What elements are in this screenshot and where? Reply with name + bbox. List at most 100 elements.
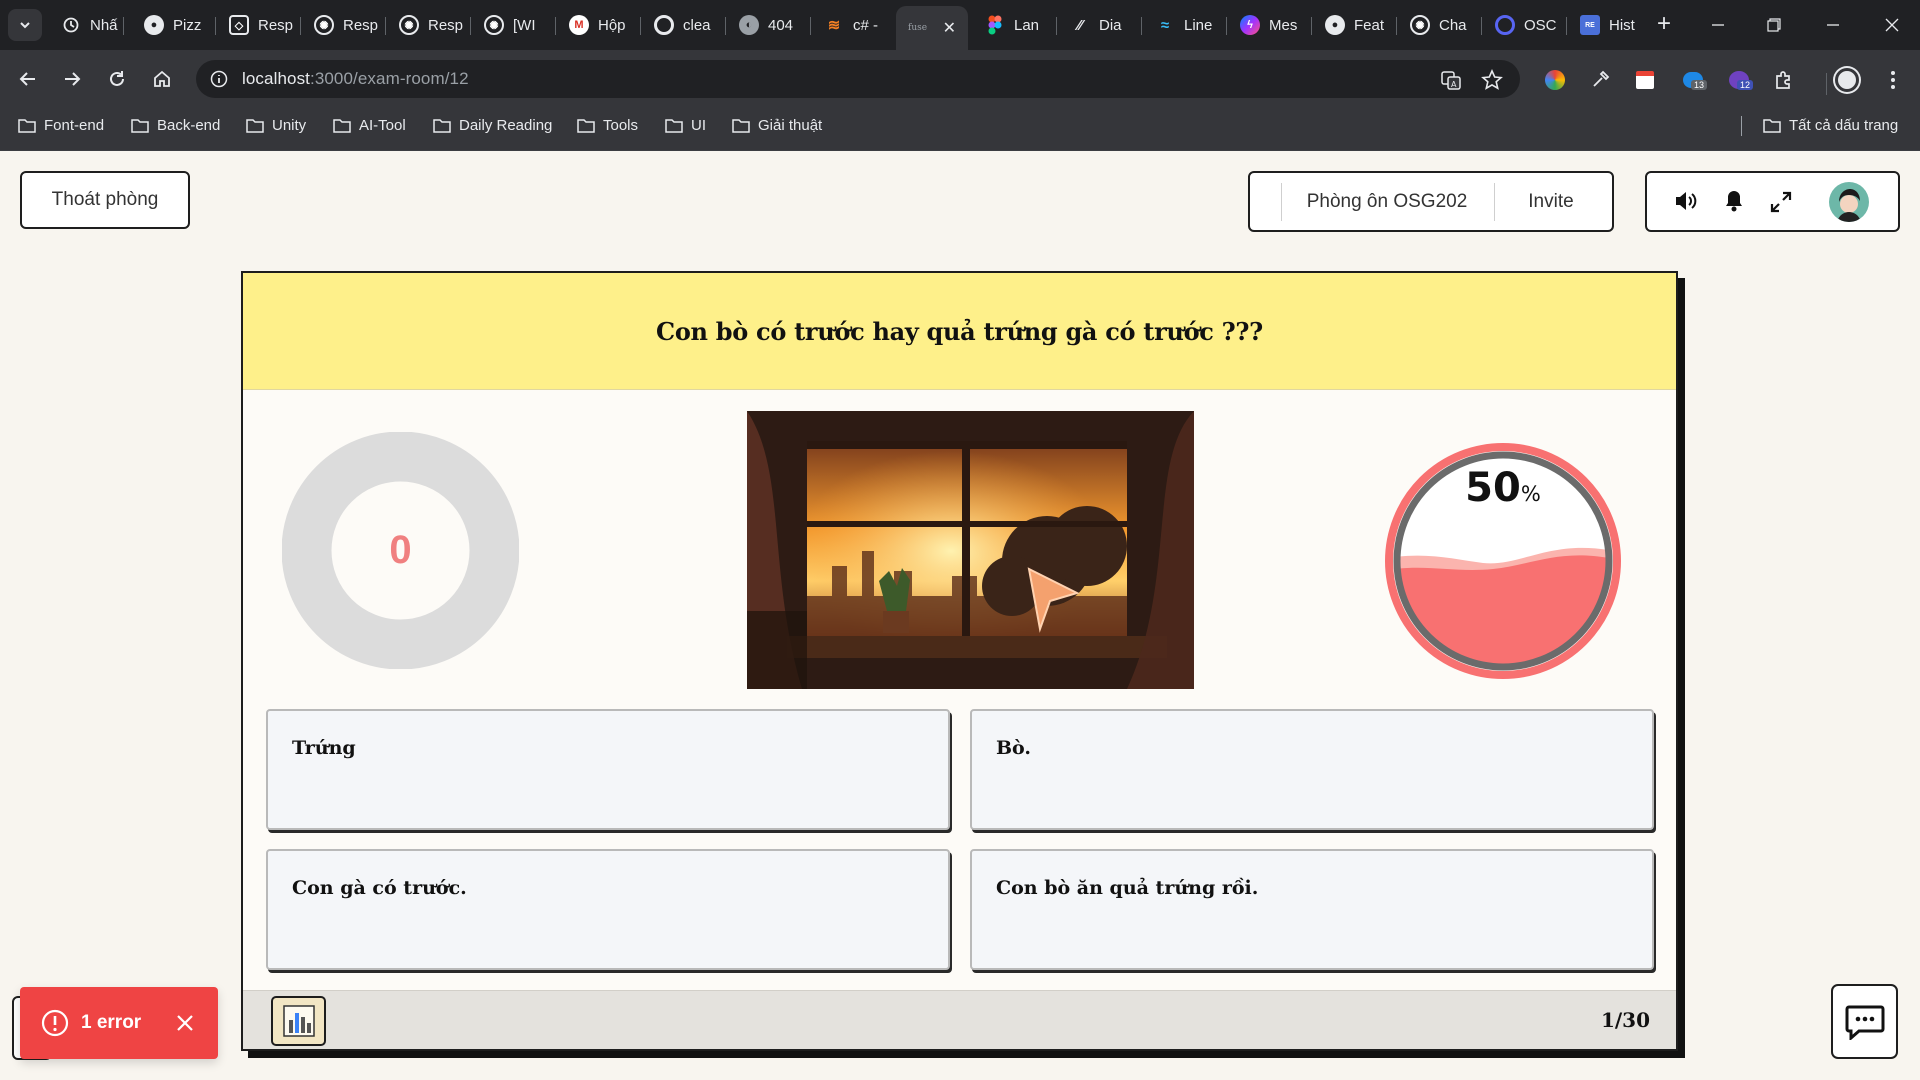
- avatar[interactable]: [1829, 182, 1869, 222]
- all-bookmarks-folder[interactable]: Tất cả dấu trang: [1763, 114, 1898, 136]
- bookmark-folder[interactable]: Tools: [577, 114, 638, 136]
- browser-tab[interactable]: ◐ 404: [726, 6, 811, 44]
- home-button[interactable]: [147, 64, 177, 94]
- bookmark-folder[interactable]: Giải thuật: [732, 114, 822, 136]
- restore-button[interactable]: [1746, 0, 1802, 50]
- bookmark-folder[interactable]: Daily Reading: [433, 114, 552, 136]
- tab-search-button[interactable]: [8, 9, 42, 41]
- address-bar[interactable]: localhost:3000/exam-room/12 A: [196, 60, 1520, 98]
- reload-icon: [110, 71, 124, 86]
- leave-room-button[interactable]: Thoát phòng: [20, 171, 190, 229]
- folder-icon: [732, 118, 750, 133]
- close-icon: [1885, 18, 1899, 32]
- bookmark-star-icon[interactable]: [1481, 69, 1503, 91]
- browser-tab[interactable]: ≈ Line: [1142, 6, 1227, 44]
- bookmark-folder[interactable]: Back-end: [131, 114, 220, 136]
- browser-tab[interactable]: ● Pizz: [131, 6, 216, 44]
- tab-label: [WI: [513, 16, 536, 34]
- browser-tab[interactable]: RE Hist: [1567, 6, 1647, 44]
- back-button[interactable]: [13, 64, 43, 94]
- bookmark-folder[interactable]: AI-Tool: [333, 114, 406, 136]
- chevron-down-icon: [20, 22, 30, 29]
- tab-label: Hộp: [598, 16, 626, 34]
- browser-tab[interactable]: M Hộp: [556, 6, 641, 44]
- answer-option[interactable]: Con bò ăn quả trứng rồi.: [970, 849, 1654, 970]
- extensions-puzzle-icon[interactable]: [1770, 68, 1796, 92]
- browser-tab[interactable]: ✺ [WI: [471, 6, 556, 44]
- browser-tab[interactable]: OSC: [1482, 6, 1567, 44]
- invite-button[interactable]: Invite: [1496, 173, 1606, 230]
- close-tab-icon[interactable]: ✕: [943, 18, 956, 38]
- answer-text: Bò.: [996, 737, 1032, 759]
- tab-label: Feat: [1354, 16, 1385, 34]
- bookmark-folder[interactable]: UI: [665, 114, 706, 136]
- browser-tab[interactable]: ✺ Resp: [386, 6, 471, 44]
- color-wheel-extension-icon[interactable]: [1542, 68, 1568, 92]
- notes-extension-icon[interactable]: [1632, 68, 1658, 92]
- chat-bubble-icon: [1845, 1005, 1884, 1040]
- forward-button[interactable]: [57, 64, 87, 94]
- question-image: [747, 411, 1194, 689]
- error-toast[interactable]: 1 error: [20, 987, 218, 1059]
- window-minimize-button[interactable]: [1690, 0, 1746, 50]
- folder-icon: [333, 118, 351, 133]
- window-close-button[interactable]: [1864, 0, 1920, 50]
- openai-icon: ✺: [314, 15, 334, 35]
- folder-icon: [433, 118, 451, 133]
- browser-tab[interactable]: Nhấ: [48, 6, 124, 44]
- leaderboard-button[interactable]: [271, 996, 326, 1046]
- extension-badge: 13: [1691, 80, 1708, 90]
- reload-button[interactable]: [102, 64, 132, 94]
- browser-tab[interactable]: ● Feat: [1312, 6, 1397, 44]
- quiz-card: Con bò có trước hay quả trứng gà có trướ…: [241, 271, 1678, 1051]
- openai-icon: ✺: [1410, 15, 1430, 35]
- fullscreen-button[interactable]: [1769, 190, 1793, 214]
- browser-menu-icon[interactable]: [1880, 68, 1906, 92]
- browser-tab[interactable]: ◇ Resp: [216, 6, 301, 44]
- answer-text: Con gà có trước.: [292, 877, 467, 899]
- browser-tab[interactable]: Lan: [972, 6, 1057, 44]
- progress-gauge: 50%: [1383, 441, 1623, 681]
- progress-unit: %: [1520, 482, 1541, 506]
- url-text[interactable]: localhost:3000/exam-room/12: [242, 69, 469, 89]
- home-icon: [154, 70, 170, 87]
- answer-option[interactable]: Trứng: [266, 709, 950, 830]
- tab-label: Mes: [1269, 16, 1298, 34]
- progress-value: 50: [1465, 465, 1521, 511]
- chat-button[interactable]: [1831, 984, 1898, 1059]
- minimize-button[interactable]: [1806, 0, 1860, 50]
- site-info-icon[interactable]: [210, 70, 228, 88]
- browser-tab[interactable]: ≋ c# -: [811, 6, 896, 44]
- profile-avatar-icon[interactable]: [1834, 68, 1860, 92]
- bookmarks-divider: [1741, 116, 1742, 136]
- bookmark-folder[interactable]: Unity: [246, 114, 306, 136]
- answer-option[interactable]: Bò.: [970, 709, 1654, 830]
- browser-tab[interactable]: ✺ Resp: [301, 6, 386, 44]
- gmail-icon: M: [569, 15, 589, 35]
- close-icon[interactable]: [176, 1014, 194, 1032]
- bookmark-folder[interactable]: Font-end: [18, 114, 104, 136]
- browser-tab[interactable]: ⁄⁄ Dia: [1057, 6, 1142, 44]
- translate-icon[interactable]: A: [1440, 69, 1462, 91]
- sunset-window-image: [747, 411, 1194, 689]
- browser-tab[interactable]: ✺ Cha: [1397, 6, 1482, 44]
- volume-icon: [1676, 192, 1697, 210]
- new-tab-button[interactable]: +: [1650, 9, 1678, 41]
- bookmark-label: Font-end: [44, 116, 105, 134]
- notification-button[interactable]: [1723, 189, 1745, 213]
- bookmark-label: Tất cả dấu trang: [1789, 116, 1899, 134]
- tailwind-icon: ≈: [1160, 16, 1170, 34]
- browser-tab[interactable]: clea: [641, 6, 726, 44]
- extension-with-badge-icon[interactable]: 12: [1726, 68, 1754, 92]
- question-text: Con bò có trước hay quả trứng gà có trướ…: [656, 316, 1263, 346]
- sound-button[interactable]: [1673, 189, 1699, 213]
- openai-icon: ✺: [484, 15, 504, 35]
- eyedropper-extension-icon[interactable]: [1587, 68, 1613, 92]
- browser-tab-active[interactable]: fuse ✕: [896, 6, 968, 50]
- cloud-extension-icon[interactable]: 13: [1680, 68, 1708, 92]
- tab-label: clea: [683, 16, 711, 34]
- github-icon: ●: [144, 15, 164, 35]
- answer-option[interactable]: Con gà có trước.: [266, 849, 950, 970]
- question-counter: 1/30: [1600, 1008, 1650, 1032]
- browser-tab[interactable]: ϟ Mes: [1227, 6, 1312, 44]
